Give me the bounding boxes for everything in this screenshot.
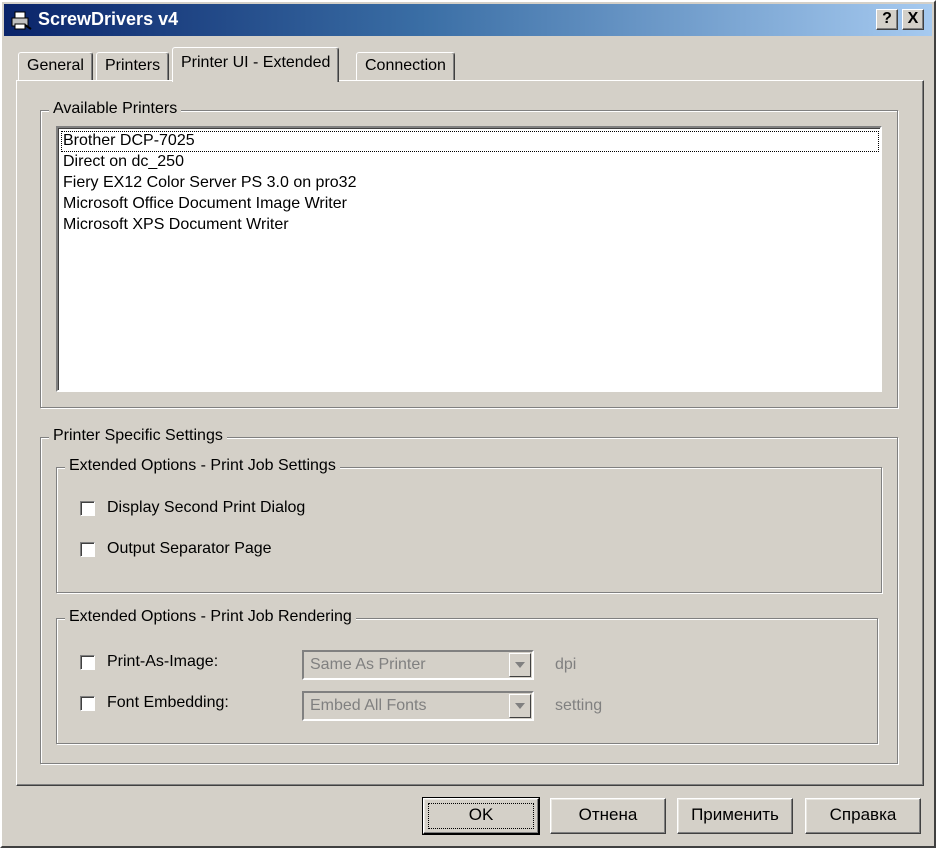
chevron-down-icon: [515, 662, 525, 668]
display-second-dialog-checkbox[interactable]: [80, 500, 95, 516]
printer-app-icon: [11, 11, 32, 30]
apply-button[interactable]: Применить: [677, 798, 793, 834]
list-item[interactable]: Microsoft XPS Document Writer: [61, 215, 879, 236]
chevron-down-icon: [515, 703, 525, 709]
tab-printer-ui-extended[interactable]: Printer UI - Extended: [172, 47, 340, 82]
printer-specific-settings-label: Printer Specific Settings: [49, 427, 227, 445]
print-as-image-unit: dpi: [555, 656, 577, 673]
help-button-label: Справка: [829, 805, 897, 824]
font-embedding-unit: setting: [555, 697, 603, 714]
printers-listbox[interactable]: Brother DCP-7025 Direct on dc_250 Fiery …: [56, 126, 882, 392]
print-as-image-label: Print-As-Image:: [107, 653, 219, 670]
font-embedding-label: Font Embedding:: [107, 694, 229, 711]
output-separator-label: Output Separator Page: [107, 540, 272, 557]
help-caption-button[interactable]: ?: [876, 9, 898, 30]
list-item[interactable]: Fiery EX12 Color Server PS 3.0 on pro32: [61, 173, 879, 194]
print-job-rendering-label: Extended Options - Print Job Rendering: [65, 608, 356, 626]
list-item[interactable]: Brother DCP-7025: [61, 131, 879, 152]
display-second-dialog-label: Display Second Print Dialog: [107, 499, 306, 516]
font-embedding-value: Embed All Fonts: [310, 697, 427, 714]
window-title: ScrewDrivers v4: [38, 9, 179, 29]
tab-general[interactable]: General: [18, 52, 93, 80]
tab-connection[interactable]: Connection: [356, 52, 455, 80]
print-as-image-select[interactable]: Same As Printer: [302, 650, 534, 680]
output-separator-row[interactable]: Output Separator Page: [80, 540, 272, 558]
print-job-settings-group: Extended Options - Print Job Settings: [56, 457, 882, 593]
font-embedding-select[interactable]: Embed All Fonts: [302, 691, 534, 721]
apply-button-label: Применить: [691, 805, 779, 824]
output-separator-checkbox[interactable]: [80, 541, 95, 557]
list-item[interactable]: Direct on dc_250: [61, 152, 879, 173]
tab-printers[interactable]: Printers: [96, 52, 170, 80]
ok-button[interactable]: OK: [422, 797, 540, 835]
display-second-dialog-row[interactable]: Display Second Print Dialog: [80, 499, 305, 517]
close-caption-button[interactable]: X: [902, 9, 924, 30]
dialog-window: ScrewDrivers v4 ? X General Printers Pri…: [0, 0, 936, 848]
title-bar[interactable]: ScrewDrivers v4 ? X: [4, 4, 932, 36]
font-embedding-row[interactable]: Font Embedding:: [80, 694, 229, 712]
list-item[interactable]: Microsoft Office Document Image Writer: [61, 194, 879, 215]
font-embedding-dropdown-button[interactable]: [509, 694, 531, 718]
available-printers-label: Available Printers: [49, 100, 182, 118]
font-embedding-checkbox[interactable]: [80, 695, 95, 711]
help-button[interactable]: Справка: [805, 798, 921, 834]
cancel-button-label: Отнена: [578, 805, 638, 824]
cancel-button[interactable]: Отнена: [550, 798, 666, 834]
print-as-image-value: Same As Printer: [310, 656, 426, 673]
print-as-image-row[interactable]: Print-As-Image:: [80, 653, 218, 671]
print-as-image-dropdown-button[interactable]: [509, 653, 531, 677]
print-as-image-checkbox[interactable]: [80, 654, 95, 670]
focus-rect: [428, 803, 534, 829]
print-job-settings-label: Extended Options - Print Job Settings: [65, 457, 340, 475]
print-job-rendering-group: Extended Options - Print Job Rendering: [56, 608, 878, 744]
